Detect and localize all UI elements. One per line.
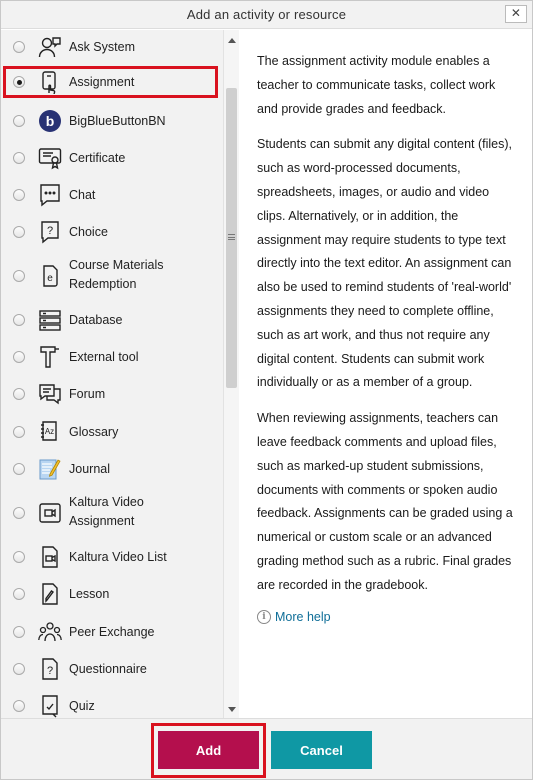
option-peer-exchange[interactable]: Peer Exchange [1,617,223,647]
option-assignment[interactable]: Assignment [1,67,223,97]
scroll-up-arrow-icon[interactable] [228,38,236,43]
option-label: Database [69,312,123,327]
radio-external-tool[interactable] [13,351,25,363]
option-questionnaire[interactable]: ? Questionnaire [1,654,223,684]
option-kaltura-video-assignment[interactable]: Kaltura Video Assignment [1,493,223,533]
radio-ask-system[interactable] [13,41,25,53]
more-help-link[interactable]: i More help [257,609,518,624]
option-label: Assignment [69,74,135,89]
option-label: External tool [69,349,139,364]
option-label-line2: Assignment [69,514,135,528]
glossary-icon: Az [38,420,62,444]
option-label: Forum [69,386,106,401]
option-forum[interactable]: Forum [1,379,223,409]
option-label: Certificate [69,150,126,165]
forum-icon [38,382,62,406]
add-button[interactable]: Add [158,731,259,769]
scroll-grip-icon [228,234,235,240]
option-external-tool[interactable]: External tool [1,342,223,372]
option-label: BigBlueButtonBN [69,113,166,128]
radio-glossary[interactable] [13,426,25,438]
option-chat[interactable]: Chat [1,180,223,210]
option-label: Journal [69,461,110,476]
external-tool-icon [38,345,62,369]
dialog-title: Add an activity or resource [186,7,347,22]
option-ask-system[interactable]: Ask System [1,32,223,62]
peer-exchange-icon [38,620,62,644]
option-kaltura-video-list[interactable]: Kaltura Video List [1,542,223,572]
option-label-line1: Course Materials [69,258,164,272]
chat-icon [38,183,62,207]
quiz-icon [38,694,62,718]
option-lesson[interactable]: Lesson [1,579,223,609]
option-label-line2: Redemption [69,277,137,291]
dialog-footer: Add Cancel [1,718,532,779]
description-paragraph: Students can submit any digital content … [257,137,512,390]
svg-text:Az: Az [45,427,54,436]
option-label-line1: Kaltura Video [69,495,144,509]
activity-list-scrollbar[interactable] [223,30,239,718]
option-label: Chat [69,187,96,202]
option-glossary[interactable]: Az Glossary [1,417,223,447]
cancel-button[interactable]: Cancel [271,731,372,769]
radio-journal[interactable] [13,463,25,475]
radio-kaltura-video-list[interactable] [13,551,25,563]
option-label: Quiz [69,698,95,713]
activity-list: Ask System Assignment b BigBlueButtonBN … [1,30,239,718]
activity-description: The assignment activity module enables a… [240,30,532,718]
kaltura-list-icon [38,545,62,569]
certificate-icon [38,146,62,170]
option-database[interactable]: Database [1,305,223,335]
option-label: Ask System [69,39,135,54]
radio-assignment[interactable] [13,76,25,88]
option-label: Peer Exchange [69,624,155,639]
dialog-titlebar: Add an activity or resource ✕ [1,1,532,29]
svg-text:e: e [47,273,53,284]
close-button[interactable]: ✕ [505,5,527,23]
option-bigbluebuttonbn[interactable]: b BigBlueButtonBN [1,106,223,136]
option-quiz[interactable]: Quiz [1,691,223,718]
questionnaire-icon: ? [38,657,62,681]
scroll-thumb[interactable] [226,88,237,388]
option-label: Lesson [69,586,110,601]
option-label: Kaltura Video List [69,549,167,564]
database-icon [38,308,62,332]
more-help-label: More help [275,609,331,624]
option-course-materials-redemption[interactable]: e Course Materials Redemption [1,256,223,296]
info-icon: i [257,609,271,624]
scroll-down-arrow-icon[interactable] [228,707,236,712]
svg-text:?: ? [47,225,53,237]
option-certificate[interactable]: Certificate [1,143,223,173]
bigbluebutton-icon: b [38,109,62,133]
radio-forum[interactable] [13,388,25,400]
svg-text:?: ? [47,665,53,677]
add-activity-dialog: Add an activity or resource ✕ Ask System… [0,0,533,780]
lesson-icon [38,582,62,606]
radio-choice[interactable] [13,226,25,238]
radio-chat[interactable] [13,189,25,201]
choice-icon: ? [38,220,62,244]
radio-lesson[interactable] [13,588,25,600]
course-materials-icon: e [38,264,62,288]
option-label: Choice [69,224,108,239]
radio-certificate[interactable] [13,152,25,164]
radio-database[interactable] [13,314,25,326]
journal-icon [38,457,62,481]
option-journal[interactable]: Journal [1,454,223,484]
radio-quiz[interactable] [13,700,25,712]
ask-system-icon [38,35,62,59]
description-paragraph: The assignment activity module enables a… [257,54,496,116]
radio-peer-exchange[interactable] [13,626,25,638]
option-label: Questionnaire [69,661,147,676]
svg-text:b: b [46,113,55,129]
radio-bigbluebuttonbn[interactable] [13,115,25,127]
kaltura-video-icon [38,501,62,525]
description-paragraph: When reviewing assignments, teachers can… [257,411,513,592]
option-label: Glossary [69,424,119,439]
radio-questionnaire[interactable] [13,663,25,675]
assignment-icon [38,70,62,94]
radio-kaltura-video-assignment[interactable] [13,507,25,519]
option-choice[interactable]: ? Choice [1,217,223,247]
radio-course-materials[interactable] [13,270,25,282]
